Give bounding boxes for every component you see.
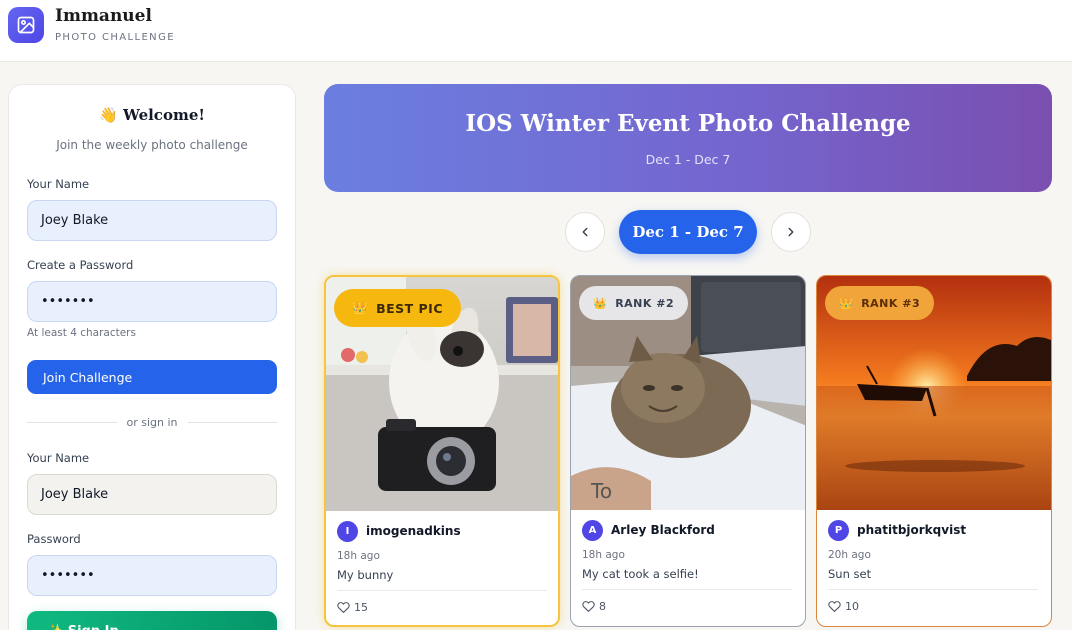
or-sign-in-divider: or sign in — [27, 414, 278, 430]
image-icon[interactable] — [8, 7, 44, 43]
cat-photo[interactable]: To 👑 RANK #2 — [571, 276, 805, 510]
username[interactable]: imogenadkins — [366, 524, 461, 538]
auth-panel: 👋 Welcome! Join the weekly photo challen… — [8, 84, 296, 630]
join-name-input[interactable]: Joey Blake — [27, 200, 277, 241]
post-time: 20h ago — [828, 549, 871, 561]
card-divider — [828, 589, 1038, 590]
challenge-title: IOS Winter Event Photo Challenge — [465, 110, 911, 137]
post-time: 18h ago — [582, 549, 625, 561]
sunset-photo[interactable]: 👑 RANK #3 — [817, 276, 1051, 510]
divider-text: or sign in — [126, 415, 178, 429]
signin-password-input[interactable]: ••••••• — [27, 555, 277, 596]
next-week-button[interactable] — [771, 212, 811, 252]
prev-week-button[interactable] — [565, 212, 605, 252]
username[interactable]: Arley Blackford — [611, 523, 715, 537]
signin-name-label: Your Name — [27, 451, 90, 465]
like-button[interactable]: 10 — [828, 600, 859, 613]
avatar[interactable]: P — [828, 520, 849, 541]
rank-2-badge: 👑 RANK #2 — [579, 286, 689, 320]
card-divider — [582, 589, 792, 590]
heart-icon — [828, 601, 841, 613]
caption: My cat took a selfie! — [582, 567, 699, 581]
heart-icon — [337, 602, 350, 614]
sign-in-button[interactable]: ✨ Sign In — [27, 611, 277, 630]
avatar[interactable]: A — [582, 520, 603, 541]
bunny-photo[interactable]: 👑 BEST PIC — [326, 277, 558, 511]
best-pic-badge: 👑 BEST PIC — [334, 289, 462, 327]
like-button[interactable]: 8 — [582, 600, 606, 613]
heart-icon — [582, 601, 595, 613]
photo-card[interactable]: To 👑 RANK #2 A Arley Blackford 18h ago M… — [570, 275, 806, 627]
join-name-label: Your Name — [27, 177, 90, 191]
app-title: Immanuel — [55, 6, 152, 26]
crown-icon: 👑 — [839, 296, 854, 310]
like-count: 8 — [599, 600, 606, 613]
chevron-left-icon — [582, 227, 588, 237]
avatar[interactable]: I — [337, 521, 358, 542]
badge-label: RANK #2 — [615, 296, 675, 310]
card-divider — [337, 590, 547, 591]
photo-card[interactable]: 👑 RANK #3 P phatitbjorkqvist 20h ago Sun… — [816, 275, 1052, 627]
like-count: 15 — [354, 601, 368, 614]
rank-3-badge: 👑 RANK #3 — [825, 286, 935, 320]
app-subtitle: PHOTO CHALLENGE — [55, 32, 175, 43]
badge-label: RANK #3 — [861, 296, 921, 310]
like-button[interactable]: 15 — [337, 601, 368, 614]
chevron-right-icon — [788, 227, 794, 237]
username[interactable]: phatitbjorkqvist — [857, 523, 966, 537]
divider-line — [27, 421, 117, 423]
like-count: 10 — [845, 600, 859, 613]
photo-card[interactable]: 👑 BEST PIC I imogenadkins 18h ago My bun… — [324, 275, 560, 627]
welcome-subtitle: Join the weekly photo challenge — [56, 138, 248, 152]
post-time: 18h ago — [337, 550, 380, 562]
create-password-input[interactable]: ••••••• — [27, 281, 277, 322]
crown-icon: 👑 — [352, 300, 369, 315]
challenge-dates: Dec 1 - Dec 7 — [645, 152, 731, 167]
svg-text:To: To — [590, 479, 612, 503]
current-week-pill[interactable]: Dec 1 - Dec 7 — [619, 210, 757, 254]
divider-line — [187, 421, 278, 423]
password-hint: At least 4 characters — [27, 327, 136, 339]
challenge-banner: IOS Winter Event Photo Challenge Dec 1 -… — [324, 84, 1052, 192]
crown-icon: 👑 — [593, 296, 608, 310]
create-password-label: Create a Password — [27, 258, 134, 272]
caption: My bunny — [337, 568, 394, 582]
signin-password-label: Password — [27, 532, 81, 546]
welcome-heading: 👋 Welcome! — [99, 106, 205, 124]
signin-name-input[interactable]: Joey Blake — [27, 474, 277, 515]
top-bar: Immanuel PHOTO CHALLENGE — [0, 0, 1072, 62]
badge-label: BEST PIC — [376, 300, 444, 316]
join-challenge-button[interactable]: Join Challenge — [27, 360, 277, 394]
caption: Sun set — [828, 567, 872, 581]
